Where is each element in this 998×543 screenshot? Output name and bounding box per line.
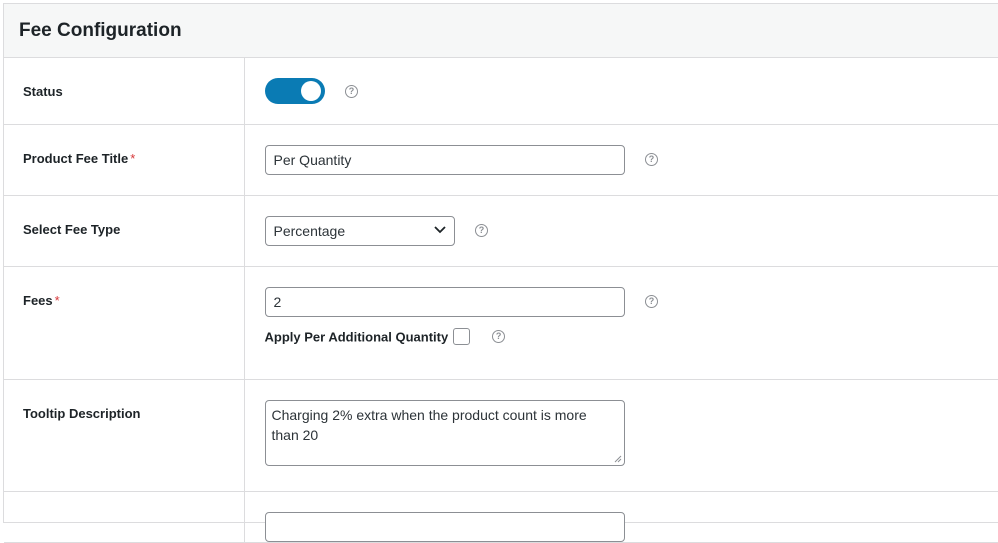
required-marker: *	[54, 292, 60, 308]
next-value-cell	[244, 491, 998, 543]
section-title: Fee Configuration	[19, 19, 182, 41]
tooltip-description-textarea[interactable]: Charging 2% extra when the product count…	[264, 399, 625, 466]
fee-type-label: Select Fee Type	[23, 221, 121, 237]
fee-type-value-cell: Percentage ?	[244, 195, 998, 267]
tooltip-description-label: Tooltip Description	[23, 405, 141, 421]
question-circle-icon[interactable]: ?	[344, 84, 358, 98]
fees-label-cell: Fees *	[4, 266, 245, 380]
fees-row: Fees * 2 ? Apply Per Additional Quantity …	[4, 266, 998, 380]
status-label-cell: Status	[4, 58, 245, 125]
resize-grip-icon[interactable]	[614, 455, 622, 463]
panel-header: Fee Configuration	[4, 4, 998, 58]
toggle-knob	[300, 81, 321, 101]
apply-per-additional-quantity-label: Apply Per Additional Quantity	[264, 328, 449, 344]
product-fee-title-input[interactable]: Per Quantity	[264, 144, 625, 175]
fee-type-select[interactable]: Percentage	[264, 215, 455, 246]
title-label-cell: Product Fee Title *	[4, 124, 245, 196]
fee-type-label-cell: Select Fee Type	[4, 195, 245, 267]
question-circle-icon[interactable]: ?	[644, 295, 658, 308]
tooltip-value-cell: Charging 2% extra when the product count…	[244, 379, 998, 492]
fee-configuration-panel: Fee Configuration Status ? Product Fee T…	[3, 3, 998, 543]
fees-label: Fees	[23, 292, 53, 308]
next-label-cell	[4, 491, 245, 543]
status-row: Status ?	[4, 58, 998, 125]
next-input[interactable]	[264, 511, 625, 542]
apply-per-additional-quantity-checkbox[interactable]	[452, 327, 470, 345]
next-row	[4, 491, 998, 543]
chevron-down-icon	[433, 225, 446, 233]
fees-input[interactable]: 2	[264, 286, 625, 317]
title-value-cell: Per Quantity ?	[244, 124, 998, 196]
question-circle-icon[interactable]: ?	[644, 153, 658, 166]
required-marker: *	[130, 150, 136, 166]
fee-type-row: Select Fee Type Percentage ?	[4, 195, 998, 267]
tooltip-label-cell: Tooltip Description	[4, 379, 245, 492]
question-circle-icon[interactable]: ?	[492, 329, 506, 343]
status-label: Status	[23, 84, 63, 99]
status-toggle[interactable]	[264, 78, 325, 104]
product-fee-title-row: Product Fee Title * Per Quantity ?	[4, 124, 998, 196]
question-circle-icon[interactable]: ?	[474, 224, 488, 237]
product-fee-title-label: Product Fee Title	[23, 150, 129, 166]
status-value-cell: ?	[244, 58, 998, 125]
fee-type-selected-value: Percentage	[273, 222, 346, 239]
tooltip-description-row: Tooltip Description Charging 2% extra wh…	[4, 379, 998, 492]
settings-form: Status ? Product Fee Title * Per Quantity…	[4, 58, 998, 543]
tooltip-description-text: Charging 2% extra when the product count…	[271, 406, 587, 443]
fees-value-cell: 2 ? Apply Per Additional Quantity ?	[244, 266, 998, 380]
